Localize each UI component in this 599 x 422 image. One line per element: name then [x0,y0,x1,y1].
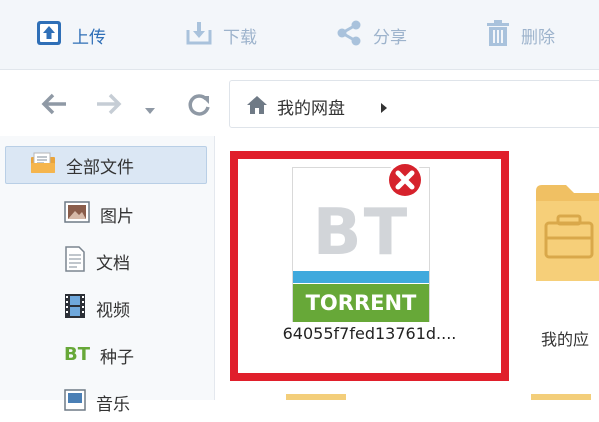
forward-arrow-icon[interactable] [95,92,123,120]
document-icon [64,246,86,276]
sidebar-item-label: 全部文件 [66,157,134,178]
sidebar-item-documents[interactable]: 文档 [0,241,214,281]
delete-label: 删除 [521,27,555,48]
sidebar-item-all-files[interactable]: 全部文件 [5,146,207,184]
history-dropdown-icon[interactable] [144,100,156,119]
back-arrow-icon[interactable] [40,92,68,120]
sidebar-item-images[interactable]: 图片 [0,194,214,234]
upload-button[interactable]: 上传 [36,16,106,54]
file-item-folder[interactable]: 我的应 [531,176,599,366]
share-icon [335,19,363,51]
close-icon[interactable] [384,159,426,205]
file-item-torrent[interactable]: BT TORRENT 64055f7fed13761d.... [230,151,509,381]
share-button[interactable]: 分享 [335,16,407,54]
sidebar-item-label: 文档 [96,253,130,274]
trash-icon [485,19,511,51]
address-bar[interactable]: 我的网盘 [229,80,599,128]
file-grid: BT TORRENT 64055f7fed13761d.... 我的应 [216,136,599,400]
thumb-stripe [293,271,429,283]
upload-icon [36,20,62,50]
sidebar-item-videos[interactable]: 视频 [0,288,214,328]
breadcrumb-root[interactable]: 我的网盘 [277,94,345,119]
sidebar-item-torrents[interactable]: BT 种子 [0,335,214,375]
navigation-bar: 我的网盘 [0,70,599,136]
music-icon [64,389,86,415]
download-icon [185,20,213,50]
delete-button[interactable]: 删除 [485,16,555,54]
next-row-folder-peek [531,394,591,400]
image-icon [64,201,90,227]
thumb-text: BT [312,196,410,270]
breadcrumb-chevron-icon[interactable] [380,99,388,118]
upload-label: 上传 [72,27,106,48]
download-label: 下载 [223,27,257,48]
folder-doc-icon [30,152,56,178]
bt-icon: BT [64,343,94,367]
folder-name: 我的应 [541,330,590,349]
sidebar-item-label: 音乐 [96,394,130,415]
share-label: 分享 [373,27,407,48]
next-row-folder-peek [286,394,346,400]
sidebar-item-label: 种子 [100,347,134,368]
sidebar-item-music[interactable]: 音乐 [0,382,214,422]
sidebar-item-label: 视频 [96,300,130,321]
toolbar: 上传 下载 分享 删除 [0,0,599,70]
refresh-icon[interactable] [186,92,212,122]
download-button[interactable]: 下载 [185,16,257,54]
sidebar: 全部文件 图片 文档 视频 BT 种子 音乐 [0,136,215,415]
sidebar-item-label: 图片 [100,206,134,227]
home-icon[interactable] [246,95,268,119]
thumb-band: TORRENT [293,284,429,322]
film-icon [64,293,86,323]
file-name: 64055f7fed13761d.... [282,324,457,343]
svg-text:BT: BT [64,344,91,363]
